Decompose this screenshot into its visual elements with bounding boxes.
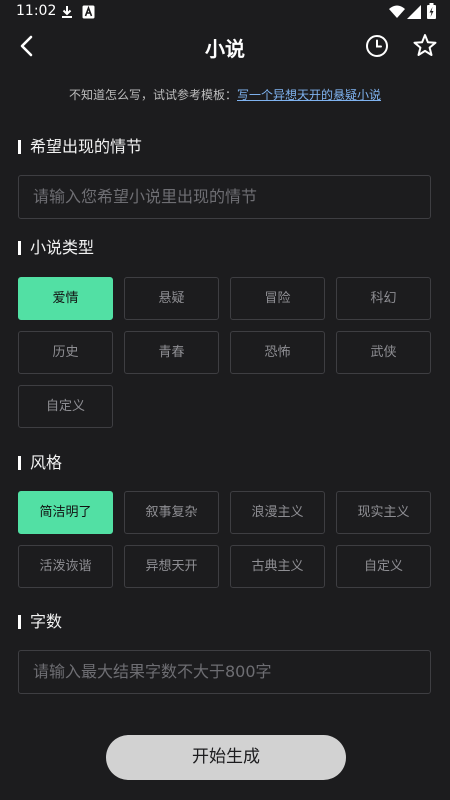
style-option[interactable]: 异想天开 [124, 545, 219, 588]
genre-option[interactable]: 科幻 [336, 277, 431, 320]
hint-prefix: 不知道怎么写，试试参考模板： [68, 88, 237, 102]
section-marker [18, 241, 21, 255]
download-icon [62, 6, 72, 18]
star-icon[interactable] [411, 32, 439, 60]
word-count-section-title: 字数 [18, 612, 62, 632]
genre-option[interactable]: 悬疑 [124, 277, 219, 320]
notification-icon [82, 5, 95, 19]
signal-icon [407, 5, 421, 19]
style-option[interactable]: 现实主义 [336, 491, 431, 534]
genre-option[interactable]: 历史 [18, 331, 113, 374]
section-marker [18, 456, 21, 470]
wifi-icon [389, 5, 405, 18]
template-hint: 不知道怎么写，试试参考模板：写一个异想天开的悬疑小说 [0, 86, 450, 103]
style-option[interactable]: 简洁明了 [18, 491, 113, 534]
status-time: 11:02 [16, 3, 57, 19]
section-marker [18, 140, 21, 154]
word-count-input[interactable]: 请输入最大结果字数不大于800字 [18, 650, 431, 694]
plot-section-title: 希望出现的情节 [18, 137, 142, 157]
genre-option[interactable]: 青春 [124, 331, 219, 374]
plot-input[interactable]: 请输入您希望小说里出现的情节 [18, 175, 431, 219]
battery-icon [427, 3, 436, 19]
genre-option[interactable]: 自定义 [18, 385, 113, 428]
style-option[interactable]: 叙事复杂 [124, 491, 219, 534]
section-marker [18, 615, 21, 629]
app-header: 小说 [0, 24, 450, 68]
genre-section-title: 小说类型 [18, 238, 94, 258]
style-section-title: 风格 [18, 453, 62, 473]
status-bar: 11:02 [0, 0, 450, 24]
genre-option[interactable]: 恐怖 [230, 331, 325, 374]
style-option[interactable]: 活泼诙谐 [18, 545, 113, 588]
history-icon[interactable] [364, 33, 390, 59]
genre-title-label: 小说类型 [30, 238, 95, 257]
start-generate-button[interactable]: 开始生成 [106, 735, 346, 780]
genre-option[interactable]: 武侠 [336, 331, 431, 374]
style-option[interactable]: 自定义 [336, 545, 431, 588]
style-title-label: 风格 [30, 453, 63, 472]
style-option[interactable]: 浪漫主义 [230, 491, 325, 534]
template-link[interactable]: 写一个异想天开的悬疑小说 [237, 88, 381, 102]
genre-option[interactable]: 爱情 [18, 277, 113, 320]
word-count-title-label: 字数 [30, 612, 63, 631]
plot-title-label: 希望出现的情节 [30, 137, 143, 156]
style-option[interactable]: 古典主义 [230, 545, 325, 588]
genre-option[interactable]: 冒险 [230, 277, 325, 320]
